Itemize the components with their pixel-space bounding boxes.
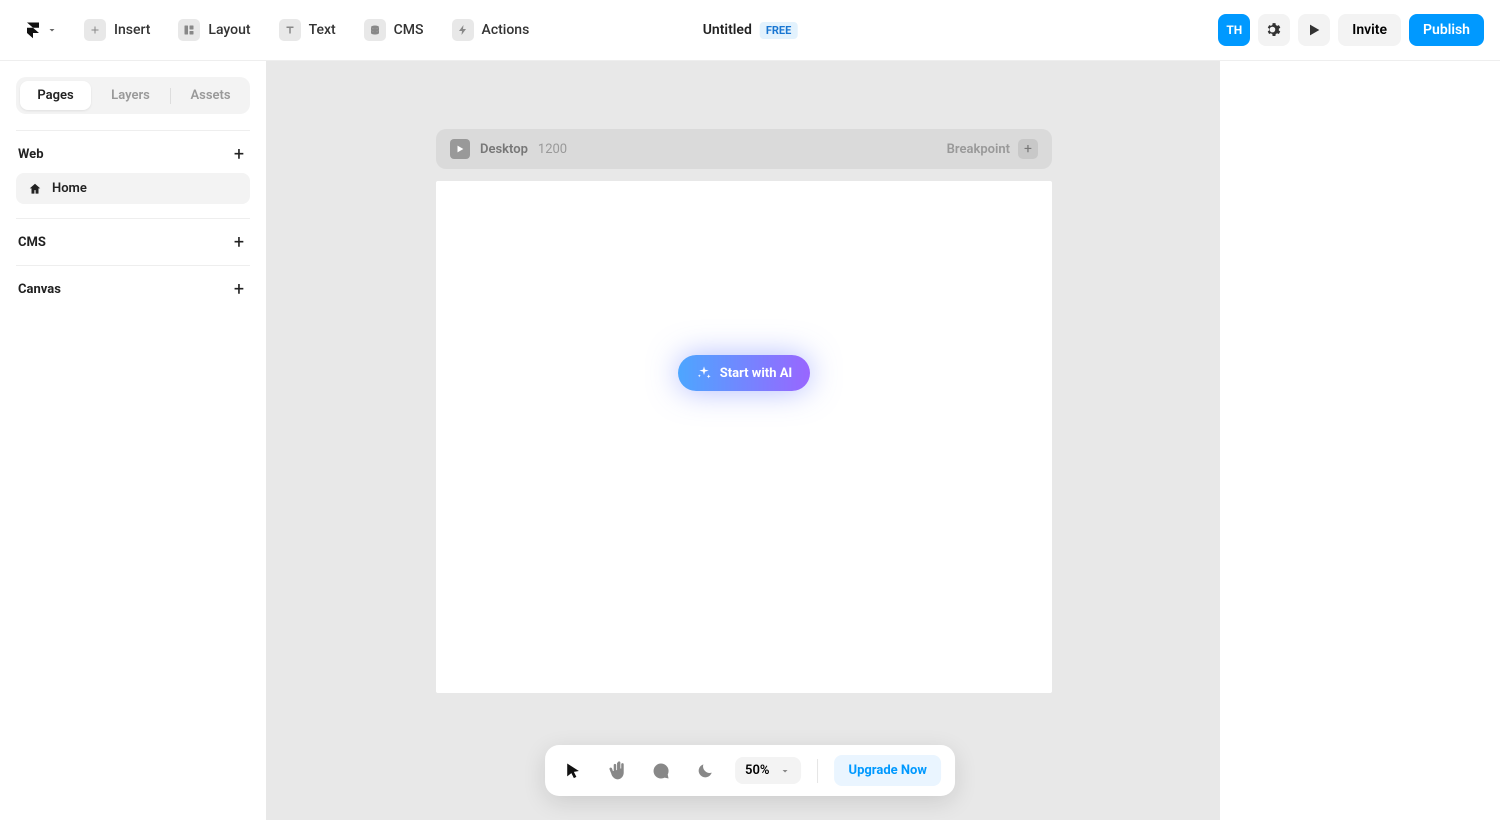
cms-label: CMS xyxy=(394,22,424,38)
actions-label: Actions xyxy=(482,22,530,38)
pointer-tool-button[interactable] xyxy=(559,757,587,785)
comment-tool-button[interactable] xyxy=(647,757,675,785)
insert-button[interactable]: Insert xyxy=(74,13,160,47)
frame-width: 1200 xyxy=(538,142,567,157)
add-cms-button[interactable]: + xyxy=(230,233,248,251)
tab-pages[interactable]: Pages xyxy=(20,81,91,110)
hand-tool-button[interactable] xyxy=(603,757,631,785)
topbar: Insert Layout Text CMS Actions Untitled … xyxy=(0,0,1500,61)
publish-button[interactable]: Publish xyxy=(1409,14,1484,46)
insert-label: Insert xyxy=(114,22,150,38)
preview-button[interactable] xyxy=(1298,14,1330,46)
actions-button[interactable]: Actions xyxy=(442,13,540,47)
section-cms-title: CMS xyxy=(18,235,46,250)
add-web-page-button[interactable]: + xyxy=(230,145,248,163)
layout-icon xyxy=(178,19,200,41)
page-item-home-label: Home xyxy=(52,181,87,196)
topbar-right: TH Invite Publish xyxy=(1218,14,1484,46)
layout-button[interactable]: Layout xyxy=(168,13,260,47)
cursor-icon xyxy=(563,761,583,781)
project-title-group: Untitled FREE xyxy=(703,22,798,39)
topbar-left: Insert Layout Text CMS Actions xyxy=(16,13,539,47)
sidebar: Pages Layers Assets Web + Home CMS + Can… xyxy=(0,61,266,820)
canvas[interactable]: Desktop 1200 Breakpoint + Start with AI xyxy=(266,61,1220,820)
bottom-toolbar: 50% Upgrade Now xyxy=(545,745,955,796)
zoom-value: 50% xyxy=(745,763,769,778)
play-icon xyxy=(1306,22,1322,38)
sparkle-icon xyxy=(696,365,712,381)
frame-play-icon xyxy=(450,139,470,159)
main: Pages Layers Assets Web + Home CMS + Can… xyxy=(0,61,1500,820)
comment-icon xyxy=(651,761,671,781)
section-canvas: Canvas + xyxy=(16,265,250,312)
section-web-header: Web + xyxy=(16,145,250,163)
plan-badge[interactable]: FREE xyxy=(760,22,797,39)
moon-icon xyxy=(695,761,715,781)
chevron-down-icon xyxy=(780,765,792,777)
frame-device-label: Desktop xyxy=(480,142,528,157)
layout-label: Layout xyxy=(208,22,250,38)
logo-menu-button[interactable] xyxy=(16,15,66,45)
section-cms-header: CMS + xyxy=(16,233,250,251)
project-title[interactable]: Untitled xyxy=(703,22,752,38)
settings-button[interactable] xyxy=(1258,14,1290,46)
plus-icon xyxy=(84,19,106,41)
ai-button-label: Start with AI xyxy=(720,366,793,381)
page-item-home[interactable]: Home xyxy=(16,173,250,204)
cms-icon xyxy=(364,19,386,41)
hand-icon xyxy=(607,761,627,781)
upgrade-button[interactable]: Upgrade Now xyxy=(835,755,941,786)
section-canvas-title: Canvas xyxy=(18,282,61,297)
text-label: Text xyxy=(309,22,336,38)
cms-button[interactable]: CMS xyxy=(354,13,434,47)
frame-header-left: Desktop 1200 xyxy=(450,139,567,159)
add-canvas-button[interactable]: + xyxy=(230,280,248,298)
bolt-icon xyxy=(452,19,474,41)
text-icon xyxy=(279,19,301,41)
bottom-divider xyxy=(818,759,819,783)
section-cms: CMS + xyxy=(16,218,250,265)
frame-header[interactable]: Desktop 1200 Breakpoint + xyxy=(436,129,1052,169)
sidebar-tabs: Pages Layers Assets xyxy=(16,77,250,114)
framer-logo-icon xyxy=(24,21,42,39)
section-canvas-header: Canvas + xyxy=(16,280,250,298)
tab-assets[interactable]: Assets xyxy=(175,81,246,110)
theme-toggle-button[interactable] xyxy=(691,757,719,785)
home-icon xyxy=(28,182,42,196)
frame-header-right: Breakpoint + xyxy=(947,139,1038,159)
tab-divider xyxy=(170,88,171,104)
design-frame[interactable]: Start with AI xyxy=(436,181,1052,693)
chevron-down-icon xyxy=(46,24,58,36)
add-breakpoint-button[interactable]: + xyxy=(1018,139,1038,159)
properties-panel xyxy=(1220,61,1500,820)
gear-icon xyxy=(1265,21,1283,39)
start-with-ai-button[interactable]: Start with AI xyxy=(678,355,811,391)
user-avatar[interactable]: TH xyxy=(1218,14,1250,46)
zoom-control[interactable]: 50% xyxy=(735,757,801,784)
text-button[interactable]: Text xyxy=(269,13,346,47)
frame-wrapper: Desktop 1200 Breakpoint + Start with AI xyxy=(436,129,1052,820)
section-web: Web + Home xyxy=(16,130,250,218)
tab-layers[interactable]: Layers xyxy=(95,81,166,110)
invite-button[interactable]: Invite xyxy=(1338,14,1401,46)
section-web-title: Web xyxy=(18,147,44,162)
breakpoint-label: Breakpoint xyxy=(947,142,1010,157)
